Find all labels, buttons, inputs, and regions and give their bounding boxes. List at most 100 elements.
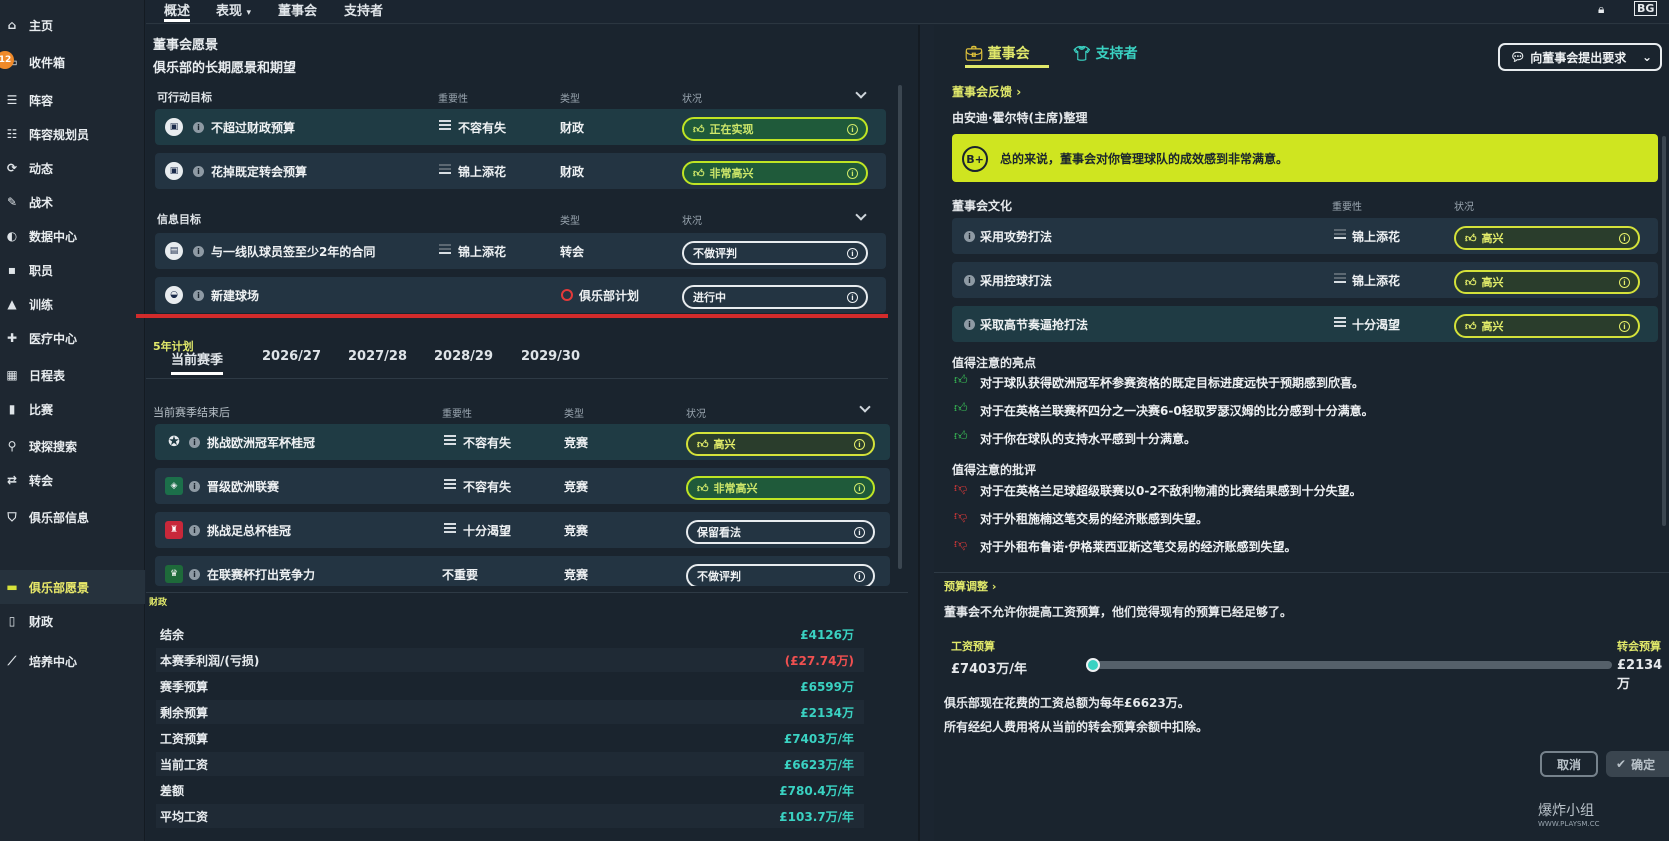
transfers-icon: ⇄ <box>6 473 18 487</box>
thumbs-up-icon: 👍︎ <box>693 122 705 136</box>
info-icon[interactable]: i <box>189 437 200 448</box>
tab-2027-28[interactable]: 2027/28 <box>348 349 407 364</box>
tab-supporter-feedback[interactable]: 👕︎ 支持者 <box>1073 43 1138 63</box>
info-icon[interactable]: i <box>193 246 204 257</box>
tab-performance[interactable]: 表现 ▾ <box>216 0 251 22</box>
tab-2028-29[interactable]: 2028/29 <box>434 349 493 364</box>
info-icon[interactable]: i <box>847 292 858 303</box>
info-icon[interactable]: i <box>189 481 200 492</box>
info-icon[interactable]: i <box>1619 321 1630 332</box>
info-icon[interactable]: i <box>847 248 858 259</box>
sidebar-item-data-hub[interactable]: ◐ 数据中心 <box>0 219 145 253</box>
vision-subtitle: 俱乐部的长期愿景和期望 <box>153 61 297 76</box>
training-icon: ▲ <box>7 297 17 311</box>
info-icon[interactable]: i <box>193 166 204 177</box>
sidebar-item-calendar[interactable]: ▦ 日程表 <box>0 358 145 392</box>
finance-row: 剩余预算 £2134万 <box>156 700 864 724</box>
finance-row: 赛季预算 £6599万 <box>160 679 854 694</box>
sidebar-item-inbox[interactable]: 12▭收件箱 <box>0 45 145 79</box>
objective-row[interactable]: ♜ i 挑战足总杯桂冠 十分渴望 竞赛 保留看法 i <box>155 512 890 548</box>
make-request-button[interactable]: 💬︎ 向董事会提出要求 ⌄ <box>1498 43 1662 71</box>
tab-current-season[interactable]: 当前赛季 <box>171 349 224 375</box>
lock-icon[interactable]: 🔒︎ <box>1598 2 1604 17</box>
budget-slider-track[interactable] <box>1092 661 1612 669</box>
sidebar-item-squad[interactable]: ☰ 阵容 <box>0 83 145 117</box>
info-icon[interactable]: i <box>189 569 200 580</box>
finance-objective-icon: ▣ <box>165 118 183 136</box>
sidebar-item-development[interactable]: ⟋ 培养中心 <box>0 644 145 678</box>
divider <box>934 572 1669 573</box>
info-icon[interactable]: i <box>847 124 858 135</box>
sidebar-item-home[interactable]: ⌂ 主页 <box>0 8 145 42</box>
criticism-item: 对于外租布鲁诺·伊格莱西亚斯这笔交易的经济账感到失望。 <box>980 540 1297 554</box>
divider <box>918 25 920 841</box>
objective-row[interactable]: ✪ i 挑战欧洲冠军杯桂冠 不容有失 竞赛 👍︎ 高兴 i <box>155 424 890 460</box>
scouting-search-icon: ⚲ <box>7 439 17 453</box>
budget-note: 所有经纪人费用将从当前的转会预算余额中扣除。 <box>944 720 1209 734</box>
budget-slider-handle[interactable] <box>1086 658 1100 672</box>
objective-row[interactable]: ▤ i 与一线队球员签至少2年的合同 锦上添花 转会 不做评判 i <box>155 233 886 269</box>
tab-overview[interactable]: 概述 <box>164 0 191 22</box>
info-icon[interactable]: i <box>854 527 865 538</box>
feedback-by: 由安迪·霍尔特(主席)整理 <box>952 111 1088 125</box>
background-toggle-button[interactable]: BG <box>1634 1 1658 16</box>
info-icon[interactable]: i <box>964 231 975 242</box>
culture-row[interactable]: i 采取高节奏逼抢打法 十分渴望 👍︎ 高兴 i <box>952 306 1658 342</box>
objective-row[interactable]: ◒ i 新建球场 俱乐部计划 进行中 i <box>155 277 886 313</box>
info-icon[interactable]: i <box>854 439 865 450</box>
info-icon[interactable]: i <box>193 290 204 301</box>
confirm-button[interactable]: ✔ 确定 <box>1606 751 1669 777</box>
objective-row[interactable]: ▣ i 花掉既定转会预算 锦上添花 财政 👍︎ 非常高兴 i <box>155 153 886 189</box>
info-icon[interactable]: i <box>964 275 975 286</box>
sidebar-item-club-vision[interactable]: ▬ 俱乐部愿景 <box>0 570 145 604</box>
status-badge: 👍︎ 非常高兴 i <box>686 476 875 500</box>
info-icon[interactable]: i <box>1619 277 1630 288</box>
importance-bars-icon <box>444 523 456 536</box>
tab-board-feedback[interactable]: 💼︎ 董事会 <box>965 43 1049 68</box>
info-icon[interactable]: i <box>964 319 975 330</box>
sidebar-item-tactics[interactable]: ✎ 战术 <box>0 185 145 219</box>
info-icon[interactable]: i <box>189 525 200 536</box>
info-icon[interactable]: i <box>193 122 204 133</box>
info-icon[interactable]: i <box>1619 233 1630 244</box>
sidebar-item-finances[interactable]: ▯ 财政 <box>0 604 145 638</box>
sidebar-item-transfers[interactable]: ⇄ 转会 <box>0 463 145 497</box>
highlight-item: 对于在英格兰联赛杯四分之一决赛6-0轻取罗瑟汉姆的比分感到十分满意。 <box>980 404 1374 418</box>
dynamics-icon: ⟳ <box>6 161 18 175</box>
sidebar-item-medical[interactable]: ✚ 医疗中心 <box>0 321 145 355</box>
thumbs-up-icon: 👍︎ <box>1465 319 1477 333</box>
col-type: 类型 <box>560 94 580 105</box>
budget-title[interactable]: 预算调整 › <box>944 578 996 594</box>
culture-row[interactable]: i 采用攻势打法 锦上添花 👍︎ 高兴 i <box>952 218 1658 254</box>
col-importance: 重要性 <box>1332 202 1362 213</box>
objective-row[interactable]: ▣ i 不超过财政预算 不容有失 财政 👍︎ 正在实现 i <box>155 109 886 145</box>
thumbs-up-icon: 👍︎ <box>1465 275 1477 289</box>
tab-2026-27[interactable]: 2026/27 <box>262 349 321 364</box>
feedback-title[interactable]: 董事会反馈 › <box>952 83 1021 100</box>
objective-row[interactable]: ◈ i 晋级欧洲联赛 不容有失 竞赛 👍︎ 非常高兴 i <box>155 468 890 504</box>
sidebar-item-staff[interactable]: ▪ 职员 <box>0 253 145 287</box>
development-icon: ⟋ <box>7 653 17 668</box>
sidebar-item-dynamics[interactable]: ⟳ 动态 <box>0 151 145 185</box>
info-icon[interactable]: i <box>854 483 865 494</box>
culture-row[interactable]: i 采用控球打法 锦上添花 👍︎ 高兴 i <box>952 262 1658 298</box>
sidebar-item-match[interactable]: ▮ 比赛 <box>0 392 145 426</box>
sidebar-item-training[interactable]: ▲ 训练 <box>0 287 145 321</box>
criticism-item: 对于在英格兰足球超级联赛以0-2不敌利物浦的比赛结果感到十分失望。 <box>980 484 1362 498</box>
thumbs-up-icon: 👍︎ <box>954 373 968 388</box>
tab-2029-30[interactable]: 2029/30 <box>521 349 580 364</box>
cancel-button[interactable]: 取消 <box>1540 751 1598 777</box>
scrollbar[interactable] <box>1662 136 1666 526</box>
sidebar-item-scouting-search[interactable]: ⚲ 球探搜索 <box>0 429 145 463</box>
info-icon[interactable]: i <box>847 168 858 179</box>
sidebar-item-club-info[interactable]: ⛉ 俱乐部信息 <box>0 500 145 534</box>
sidebar-item-squad-planner[interactable]: ☷ 阵容规划员 <box>0 117 145 151</box>
season-end-header: 当前赛季结束后 <box>153 406 230 419</box>
tab-supporters[interactable]: 支持者 <box>344 0 383 22</box>
scrollbar[interactable] <box>898 85 902 569</box>
objective-row[interactable]: ♛ i 在联赛杯打出竞争力 不重要 竞赛 不做评判 i <box>155 556 890 586</box>
status-badge: 👍︎ 非常高兴 i <box>682 161 868 185</box>
thumbs-down-icon: 👎︎ <box>954 537 968 552</box>
info-icon[interactable]: i <box>854 571 865 582</box>
tab-board[interactable]: 董事会 <box>278 0 317 22</box>
